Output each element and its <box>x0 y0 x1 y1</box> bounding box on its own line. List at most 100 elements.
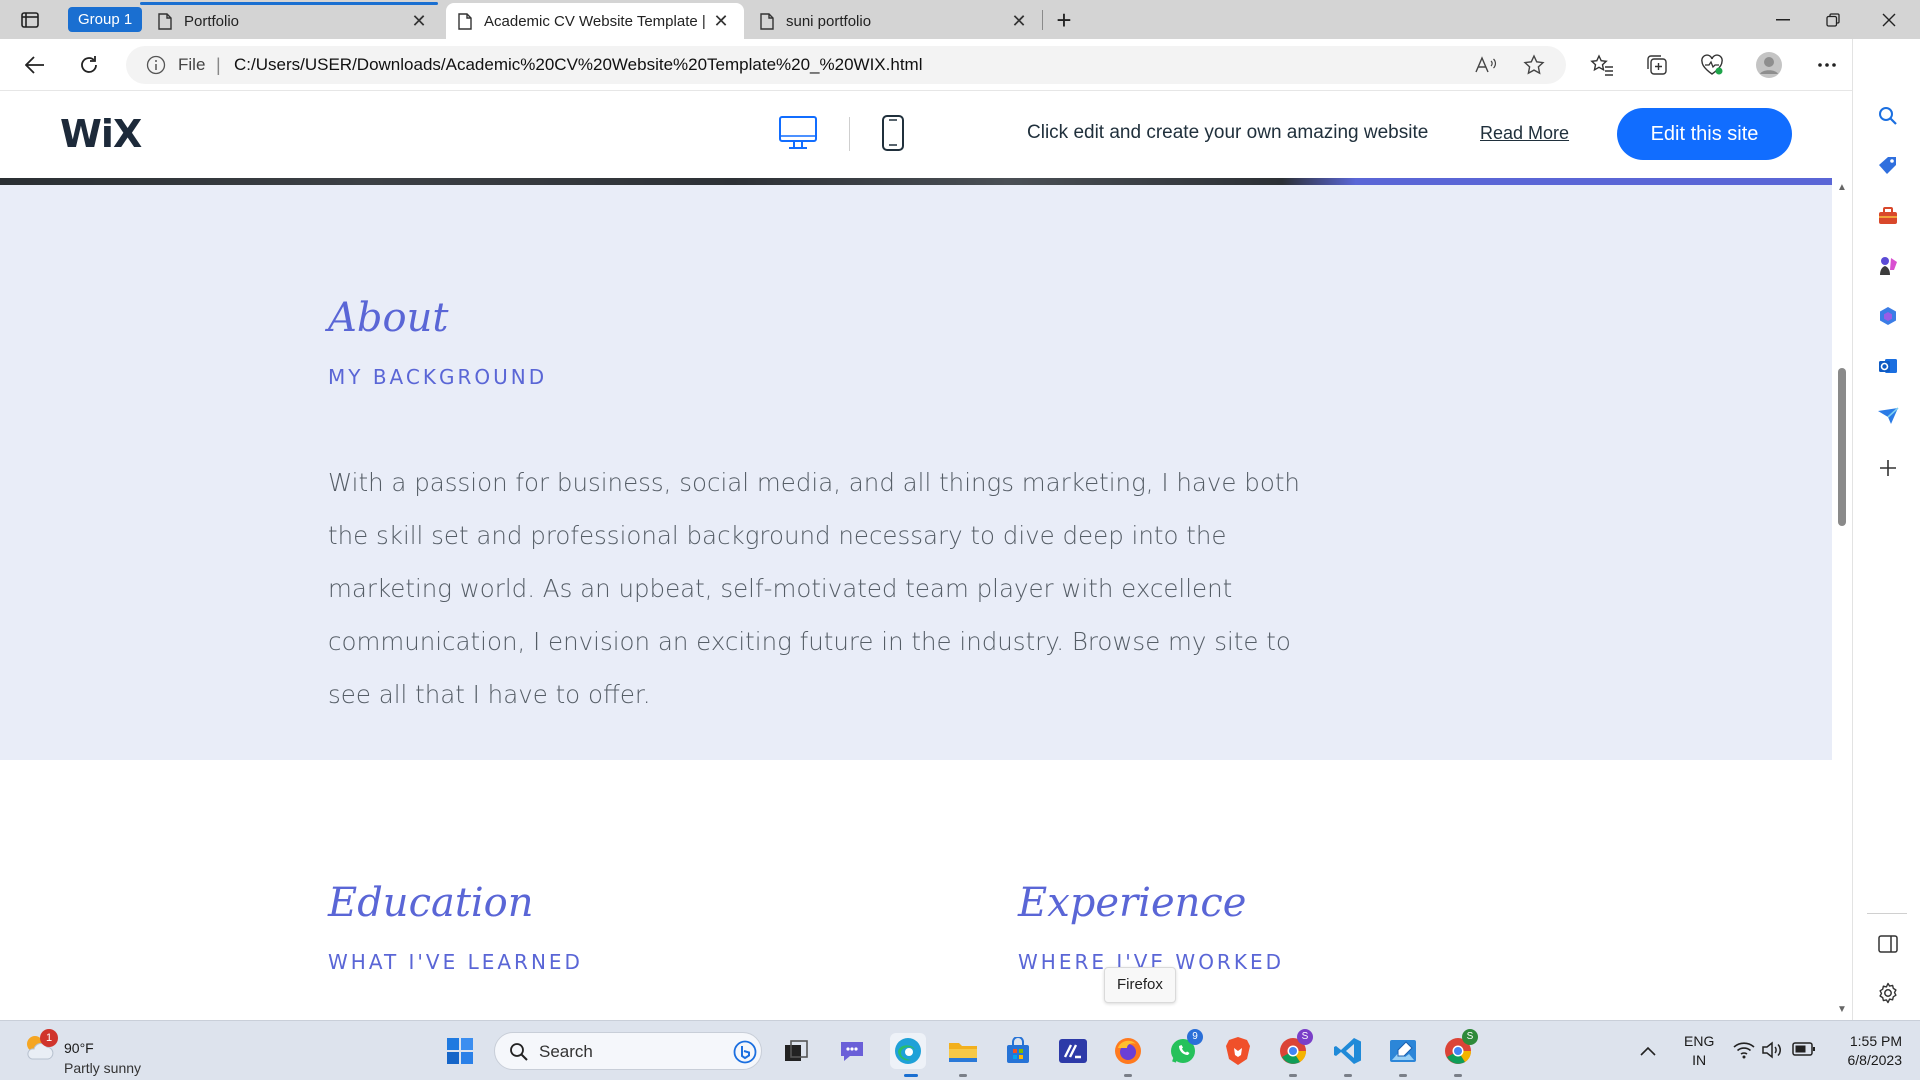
restore-icon <box>1826 12 1840 27</box>
profile-button[interactable] <box>1754 50 1784 80</box>
bing-icon <box>733 1040 757 1064</box>
sidebar-tools-button[interactable] <box>1873 201 1903 231</box>
chrome-profile-2-button[interactable]: S <box>1440 1029 1478 1069</box>
tab-portfolio[interactable]: Portfolio ✕ <box>146 3 442 39</box>
minimize-button[interactable] <box>1756 0 1810 39</box>
input-language-indicator[interactable]: ENG IN <box>1684 1032 1714 1070</box>
send-plane-icon <box>1878 407 1899 424</box>
windows-taskbar: 1 90°F Partly sunny Search 9 S S ENG IN … <box>0 1020 1920 1080</box>
volume-status[interactable] <box>1762 1041 1784 1064</box>
sidebar-search-button[interactable] <box>1873 101 1903 131</box>
address-bar[interactable]: File | C:/Users/USER/Downloads/Academic%… <box>126 46 1566 84</box>
running-indicator <box>1454 1074 1462 1077</box>
automation-icon <box>1059 1039 1087 1063</box>
collections-button[interactable] <box>1642 50 1672 80</box>
search-placeholder: Search <box>539 1042 593 1061</box>
wifi-status[interactable] <box>1733 1041 1755 1064</box>
running-indicator <box>1344 1074 1352 1077</box>
scroll-thumb[interactable] <box>1838 368 1846 526</box>
tab-academic-cv[interactable]: Academic CV Website Template | ✕ <box>446 3 744 39</box>
weather-description: Partly sunny <box>64 1060 142 1076</box>
page-icon <box>760 12 774 30</box>
chrome-profile-1-button[interactable]: S <box>1275 1029 1313 1069</box>
url-text[interactable]: C:/Users/USER/Downloads/Academic%20CV%20… <box>234 55 922 75</box>
close-tab-icon[interactable]: ✕ <box>710 10 732 32</box>
site-info-icon[interactable] <box>146 55 166 75</box>
task-view-icon <box>785 1040 808 1061</box>
start-button[interactable] <box>442 1033 478 1069</box>
wix-promo-text: Click edit and create your own amazing w… <box>1027 122 1429 143</box>
brave-button[interactable] <box>1220 1033 1256 1069</box>
task-view-button[interactable] <box>778 1033 814 1069</box>
plus-icon <box>1880 460 1896 476</box>
edge-icon <box>895 1038 921 1064</box>
show-hidden-icons-button[interactable] <box>1640 1043 1656 1061</box>
edge-app-button[interactable] <box>890 1033 926 1069</box>
browser-essentials-button[interactable] <box>1697 50 1727 80</box>
teams-chat-button[interactable] <box>834 1033 870 1069</box>
weather-widget[interactable]: 1 90°F Partly sunny <box>22 1029 141 1076</box>
mobile-view-button[interactable] <box>881 114 905 157</box>
tab-suni-portfolio[interactable]: suni portfolio ✕ <box>748 3 1042 39</box>
close-tab-icon[interactable]: ✕ <box>408 10 430 32</box>
restore-button[interactable] <box>1806 0 1860 39</box>
battery-status[interactable] <box>1792 1041 1816 1062</box>
about-subtitle: MY BACKGROUND <box>328 365 548 389</box>
tab-actions-button[interactable] <box>12 6 48 34</box>
new-tab-button[interactable]: + <box>1050 5 1078 35</box>
sidebar-drop-button[interactable] <box>1873 401 1903 431</box>
sidebar-games-button[interactable] <box>1873 251 1903 281</box>
tab-group-chip[interactable]: Group 1 <box>68 7 143 32</box>
tab-title: suni portfolio <box>786 12 872 30</box>
sidebar-shopping-button[interactable] <box>1873 151 1903 181</box>
settings-and-more-button[interactable] <box>1812 50 1842 80</box>
page-icon <box>158 12 172 30</box>
sidebar-settings-button[interactable] <box>1873 978 1903 1008</box>
refresh-button[interactable] <box>72 48 106 82</box>
tab-actions-icon <box>21 12 39 28</box>
close-tab-icon[interactable]: ✕ <box>1008 10 1030 32</box>
whatsapp-button[interactable]: 9 <box>1165 1029 1203 1069</box>
heart-pulse-icon <box>1701 54 1723 75</box>
mobile-phone-icon <box>882 115 904 151</box>
weather-alert-badge: 1 <box>40 1029 58 1047</box>
windows-logo-icon <box>447 1038 473 1064</box>
photos-app-button[interactable] <box>1385 1033 1421 1069</box>
vscode-button[interactable] <box>1330 1033 1366 1069</box>
image-edit-icon <box>1390 1040 1416 1062</box>
file-explorer-button[interactable] <box>945 1033 981 1069</box>
favorites-button[interactable] <box>1587 50 1617 80</box>
taskbar-search-box[interactable]: Search <box>494 1032 762 1070</box>
sidebar-office-button[interactable] <box>1873 301 1903 331</box>
read-aloud-button[interactable] <box>1474 54 1498 76</box>
chess-piece-icon <box>1880 257 1897 275</box>
search-icon <box>510 1043 528 1061</box>
toolbox-icon <box>1879 207 1897 224</box>
scroll-down-arrow[interactable]: ▼ <box>1837 1004 1847 1015</box>
sidebar-divider <box>1867 913 1907 914</box>
sidebar-outlook-button[interactable] <box>1873 351 1903 381</box>
weather-temperature: 90°F <box>64 1040 94 1056</box>
edit-this-site-button[interactable]: Edit this site <box>1617 108 1792 160</box>
firefox-button[interactable] <box>1110 1033 1146 1069</box>
favorite-star-button[interactable] <box>1522 54 1546 76</box>
back-button[interactable] <box>18 48 52 82</box>
microsoft-store-button[interactable] <box>1000 1033 1036 1069</box>
wix-logo: WiX <box>60 112 142 156</box>
hide-sidebar-button[interactable] <box>1873 929 1903 959</box>
language-code: ENG <box>1684 1033 1715 1049</box>
about-section: About MY BACKGROUND With a passion for b… <box>0 185 1832 760</box>
url-scheme-label: File <box>178 55 206 74</box>
scroll-up-arrow[interactable]: ▲ <box>1837 182 1847 193</box>
star-icon <box>1523 54 1545 75</box>
read-more-link[interactable]: Read More <box>1480 123 1569 144</box>
power-automate-button[interactable] <box>1055 1033 1091 1069</box>
clock-time: 1:55 PM <box>1849 1033 1902 1049</box>
system-clock[interactable]: 1:55 PM 6/8/2023 <box>1832 1032 1903 1070</box>
close-window-button[interactable] <box>1862 0 1916 39</box>
page-scrollbar[interactable]: ▲ ▼ <box>1832 178 1852 1020</box>
read-aloud-icon <box>1475 56 1497 73</box>
sidebar-add-button[interactable] <box>1873 453 1903 483</box>
brave-lion-icon <box>1226 1037 1250 1065</box>
desktop-view-button[interactable] <box>778 115 818 156</box>
